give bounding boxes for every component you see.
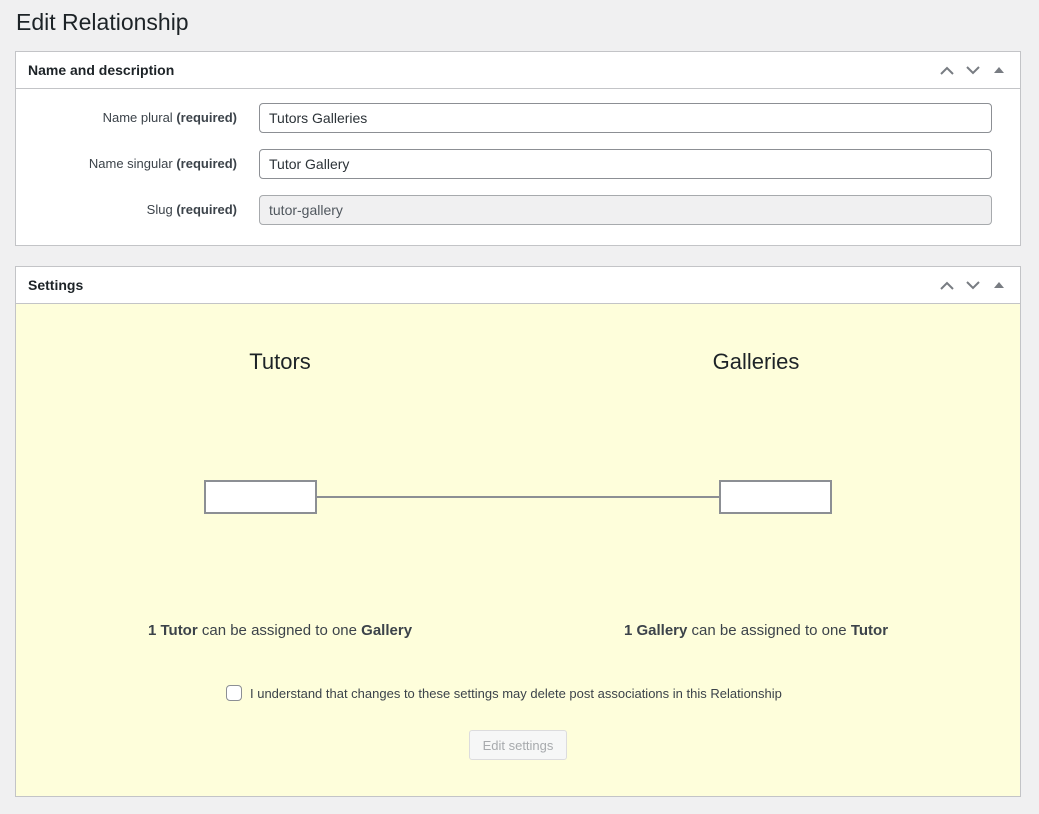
right-relationship-box <box>719 480 832 514</box>
edit-settings-button[interactable]: Edit settings <box>469 730 567 760</box>
slug-input <box>259 195 992 225</box>
page-title: Edit Relationship <box>16 9 189 35</box>
name-plural-label: Name plural (required) <box>102 110 237 125</box>
name-box-handle-actions <box>934 57 1012 83</box>
settings-box-handle-actions <box>934 272 1012 298</box>
name-singular-label: Name singular (required) <box>88 156 237 171</box>
right-cardinality-text: 1 Gallery can be assigned to one Tutor <box>623 622 889 639</box>
confirm-checkbox[interactable] <box>226 685 242 701</box>
left-side-title: Tutors <box>249 349 311 374</box>
settings-box: Settings Tutors Galleries 1 Tutor can be… <box>15 266 1021 797</box>
settings-box-title: Settings <box>28 277 84 293</box>
name-box-header: Name and description <box>16 52 1020 89</box>
chevron-up-icon[interactable] <box>934 272 960 298</box>
name-plural-input[interactable] <box>259 103 992 133</box>
slug-row: Slug (required) <box>16 195 1020 225</box>
chevron-down-icon[interactable] <box>960 57 986 83</box>
name-singular-row: Name singular (required) <box>16 149 1020 179</box>
confirm-label: I understand that changes to these setti… <box>250 685 782 701</box>
name-description-box: Name and description Name plural (requir… <box>15 51 1021 246</box>
left-relationship-box <box>204 480 317 514</box>
name-singular-input[interactable] <box>259 149 992 179</box>
name-box-title: Name and description <box>28 62 175 78</box>
settings-body: Tutors Galleries 1 Tutor can be assigned… <box>16 304 1020 796</box>
left-cardinality-text: 1 Tutor can be assigned to one Gallery <box>147 622 413 639</box>
caret-up-icon[interactable] <box>986 272 1012 298</box>
caret-up-icon[interactable] <box>986 57 1012 83</box>
slug-label: Slug (required) <box>146 202 237 217</box>
settings-box-header: Settings <box>16 267 1020 304</box>
relationship-connector-line <box>317 496 721 498</box>
right-side-title: Galleries <box>712 349 800 374</box>
chevron-down-icon[interactable] <box>960 272 986 298</box>
confirm-row: I understand that changes to these setti… <box>226 685 782 701</box>
chevron-up-icon[interactable] <box>934 57 960 83</box>
name-plural-row: Name plural (required) <box>16 103 1020 133</box>
